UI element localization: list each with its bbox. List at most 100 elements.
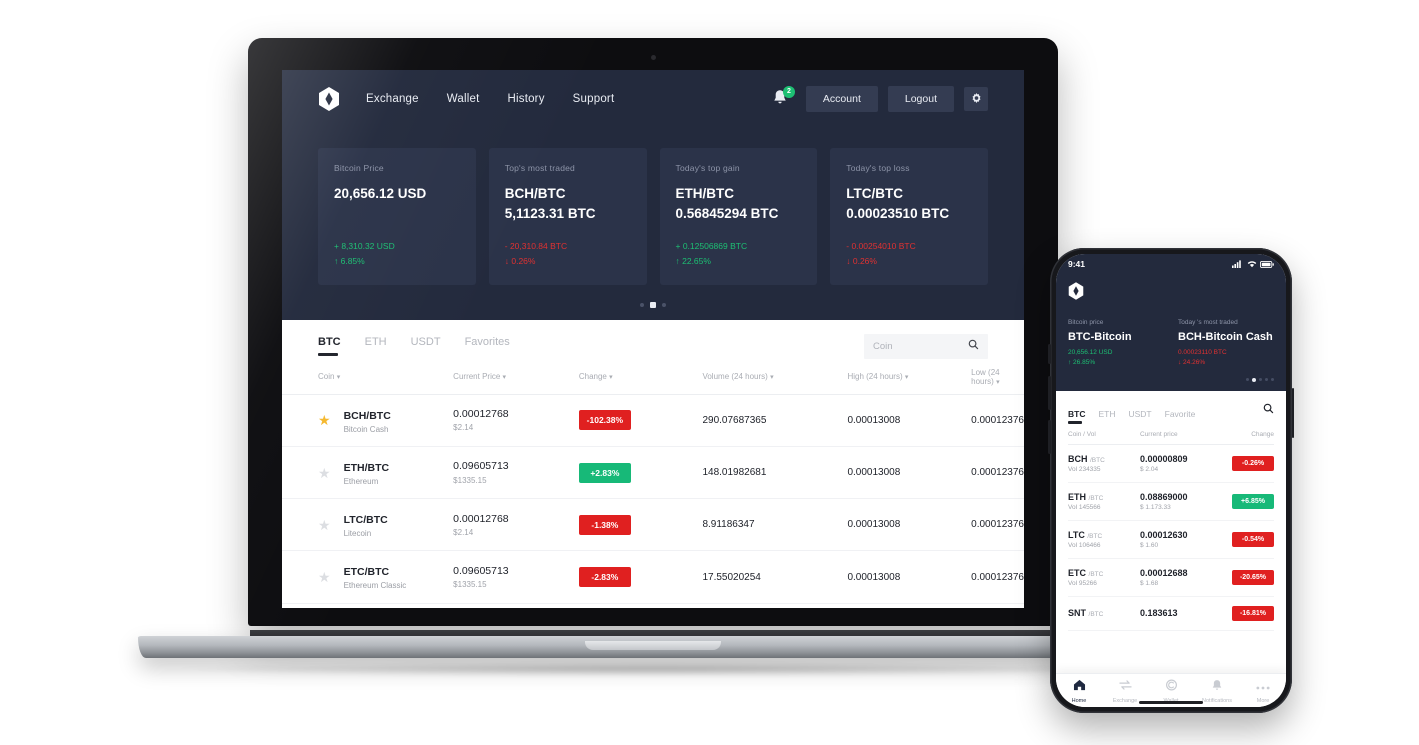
phone-tab-btc[interactable]: BTC <box>1068 409 1085 424</box>
phone-col-price[interactable]: Current price <box>1140 431 1220 438</box>
nav-link-history[interactable]: History <box>507 93 544 105</box>
tab-favorites[interactable]: Favorites <box>465 336 510 356</box>
cell-low: 0.00012376 <box>971 446 1024 500</box>
phone-change-badge: -16.81% <box>1232 605 1274 621</box>
phone-nav-item-notifications[interactable]: Notifications <box>1194 678 1240 704</box>
phone-col-change[interactable]: Change <box>1251 431 1274 438</box>
price-value: 0.00012768 <box>453 512 509 525</box>
table-row[interactable]: ★ BCH/BTC Bitcoin Cash 0.00012768 $2.14 -102.… <box>282 394 1024 448</box>
phone-coin-symbol: LTC /BTC <box>1068 529 1103 540</box>
phone-logo-icon[interactable] <box>1068 282 1274 305</box>
phone-carousel-dot[interactable] <box>1246 377 1249 381</box>
phone-carousel-dot[interactable] <box>1259 377 1262 381</box>
card-percent: ↓ 24.26% <box>1178 359 1206 367</box>
price-value: 0.00012768 <box>453 408 509 421</box>
tab-eth[interactable]: ETH <box>365 336 387 356</box>
laptop-base-notch <box>585 641 721 650</box>
coin-name: Bitcoin Cash <box>343 424 389 434</box>
phone-tab-usdt[interactable]: USDT <box>1128 409 1151 424</box>
phone-status-bar: 9:41 <box>1056 254 1286 274</box>
phone-list-item[interactable]: LTC /BTC Vol 106466 0.00012630 $ 1.60 -0.54% <box>1068 521 1274 559</box>
col-header-coin[interactable]: Coin ▾ <box>282 358 454 395</box>
phone-tab-favorite[interactable]: Favorite <box>1165 409 1196 424</box>
card-pair: LTC/BTC <box>846 186 903 201</box>
col-header-volume[interactable]: Volume (24 hours) ▾ <box>702 358 848 395</box>
stat-card-top-loss: Today's top loss LTC/BTC 0.00023510 BTC … <box>830 148 988 285</box>
coin-pair: ETH/BTC <box>343 462 390 475</box>
phone-volume-down-button[interactable] <box>1048 420 1051 454</box>
card-delta-percent: ↑ 22.65% <box>675 256 711 266</box>
cell-volume: 17.55020254 <box>702 550 848 604</box>
table-row[interactable]: ★ LTC/BTC Litecoin 0.00012768 $2.14 -1.38% 8.9… <box>282 498 1024 552</box>
card-delta-absolute: - 20,310.84 BTC <box>504 241 568 252</box>
account-button[interactable]: Account <box>805 86 878 112</box>
market-search-box[interactable] <box>864 333 988 359</box>
phone-carousel-dot[interactable] <box>1271 377 1274 381</box>
phone-volume-up-button[interactable] <box>1048 376 1051 410</box>
notification-bell-icon[interactable]: 2 <box>772 86 795 109</box>
favorite-star-icon[interactable]: ★ <box>318 413 331 427</box>
tab-btc[interactable]: BTC <box>318 336 341 357</box>
stat-card-bitcoin-price: Bitcoin Price 20,656.12 USD + 8,310.32 U… <box>318 148 476 285</box>
phone-carousel-dot[interactable] <box>1265 377 1268 381</box>
phone-col-coin[interactable]: Coin / Vol <box>1068 431 1140 438</box>
phone-screen: 9:41 Bitcoin price BTC-Bitcoin 20,656.12… <box>1056 254 1286 707</box>
phone-change-badge: -0.54% <box>1232 531 1274 547</box>
exchange-arrows-icon <box>1118 678 1132 696</box>
phone-nav-item-exchange[interactable]: Exchange <box>1102 678 1148 704</box>
cell-low: 0.00012376 <box>971 498 1024 552</box>
table-row[interactable]: ★ ETH/BTC Ethereum 0.09605713 $1335.15 +2.83%… <box>282 446 1024 500</box>
phone-mute-switch[interactable] <box>1048 344 1051 364</box>
signal-icon <box>1232 255 1243 273</box>
favorite-star-icon[interactable]: ★ <box>318 518 331 532</box>
nav-link-wallet[interactable]: Wallet <box>447 93 480 105</box>
cell-high: 0.00013008 <box>847 603 972 608</box>
carousel-dot-active[interactable] <box>650 301 656 308</box>
cell-coin: ★ LTC/BTC Litecoin <box>282 498 454 552</box>
table-row[interactable]: ★ ETC/BTC Ethereum Classic 0.09605713 $1335.… <box>282 550 1024 604</box>
diamond-hex-logo-icon[interactable] <box>318 87 340 111</box>
stat-cards-row: Bitcoin Price 20,656.12 USD + 8,310.32 U… <box>282 128 1024 285</box>
stat-card-top-gain: Today's top gain ETH/BTC 0.56845294 BTC … <box>659 148 818 285</box>
price-fiat: $1335.15 <box>453 580 487 590</box>
desktop-nav-links: Exchange Wallet History Support <box>366 93 614 105</box>
phone-price-value: 0.08869000 <box>1140 491 1188 502</box>
tab-usdt[interactable]: USDT <box>411 336 441 356</box>
col-header-change[interactable]: Change ▾ <box>578 358 703 395</box>
card-delta-absolute: + 0.12506869 BTC <box>675 241 748 252</box>
nav-link-exchange[interactable]: Exchange <box>366 93 419 105</box>
table-row[interactable]: ★SNT/BTCStatus0.00012768$2.14+1.38%290.0… <box>282 603 1024 608</box>
cell-change: +1.38% <box>578 603 703 608</box>
phone-nav-item-home[interactable]: Home <box>1056 678 1102 704</box>
phone-list-item[interactable]: ETH /BTC Vol 145566 0.08869000 $ 1.173.33 +6… <box>1068 483 1274 521</box>
phone-stat-cards: Bitcoin price BTC-Bitcoin 20,656.12 USD … <box>1068 319 1274 369</box>
phone-list-item[interactable]: SNT /BTC 0.183613 -16.81% <box>1068 597 1274 631</box>
phone-carousel-dot-active[interactable] <box>1252 377 1256 382</box>
carousel-dot[interactable] <box>662 302 666 307</box>
phone-list-item[interactable]: ETC /BTC Vol 95266 0.00012688 $ 1.68 -20.65% <box>1068 559 1274 597</box>
phone-stat-card-bitcoin-price: Bitcoin price BTC-Bitcoin 20,656.12 USD … <box>1068 319 1164 369</box>
laptop-shadow <box>178 662 1128 676</box>
phone-tab-eth[interactable]: ETH <box>1098 409 1115 424</box>
settings-gear-button[interactable] <box>964 87 988 111</box>
phone-nav-item-wallet[interactable]: Wallet <box>1148 678 1194 704</box>
phone-nav-item-more[interactable]: More <box>1240 678 1286 704</box>
desktop-nav-actions: 2 Account Logout <box>772 86 988 112</box>
search-icon[interactable] <box>968 337 979 355</box>
search-input[interactable] <box>873 340 968 352</box>
phone-change-badge: -20.65% <box>1232 569 1274 585</box>
favorite-star-icon[interactable]: ★ <box>318 466 331 480</box>
favorite-star-icon[interactable]: ★ <box>318 570 331 584</box>
logout-button[interactable]: Logout <box>887 86 954 112</box>
phone-power-button[interactable] <box>1291 388 1294 438</box>
col-header-low[interactable]: Low (24 hours) ▾ <box>971 358 1024 395</box>
nav-link-support[interactable]: Support <box>573 93 615 105</box>
carousel-dot[interactable] <box>640 302 644 307</box>
phone-list-item[interactable]: BCH /BTC Vol 234335 0.00000809 $ 2.04 -0.26% <box>1068 445 1274 483</box>
phone-search-icon[interactable] <box>1263 401 1274 424</box>
col-header-price[interactable]: Current Price ▾ <box>453 358 579 395</box>
col-header-high[interactable]: High (24 hours) ▾ <box>847 358 972 395</box>
bell-icon <box>1211 678 1223 696</box>
phone-cell-coin: ETC /BTC Vol 95266 <box>1068 568 1140 587</box>
card-label: Top's most traded <box>504 163 575 173</box>
